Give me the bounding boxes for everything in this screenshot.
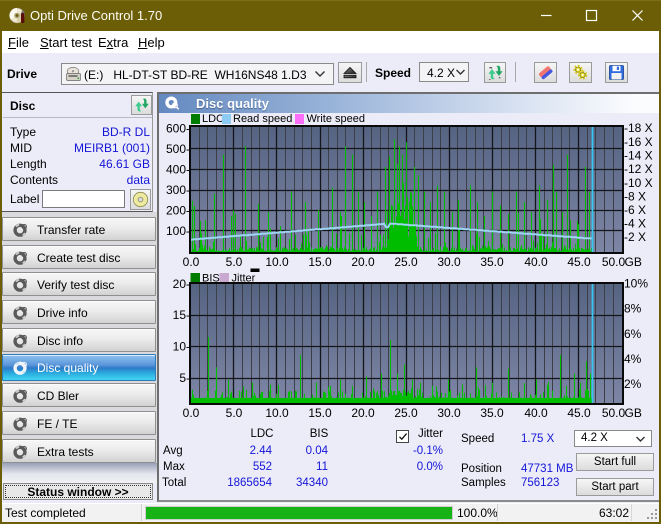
svg-text:GB: GB — [625, 406, 642, 420]
svg-text:300-: 300- — [166, 183, 190, 197]
svg-text:15-: 15- — [173, 308, 190, 322]
svg-text:30.0: 30.0 — [437, 255, 461, 269]
svg-text:-4 X: -4 X — [624, 217, 646, 231]
svg-text:100-: 100- — [166, 224, 190, 238]
svg-text:40.0: 40.0 — [524, 406, 548, 420]
svg-text:4%: 4% — [624, 352, 642, 366]
svg-text:50.0: 50.0 — [602, 255, 626, 269]
svg-text:2%: 2% — [624, 377, 642, 391]
svg-text:0.0: 0.0 — [183, 406, 200, 420]
svg-text:200-: 200- — [166, 204, 190, 218]
svg-text:45.0: 45.0 — [567, 406, 591, 420]
svg-text:20.0: 20.0 — [351, 406, 375, 420]
svg-text:5-: 5- — [179, 371, 190, 385]
svg-text:35.0: 35.0 — [480, 255, 504, 269]
svg-text:-14 X: -14 X — [624, 149, 653, 163]
svg-text:10-: 10- — [173, 340, 190, 354]
svg-text:-12 X: -12 X — [624, 162, 653, 176]
svg-text:-6 X: -6 X — [624, 203, 646, 217]
svg-text:45.0: 45.0 — [567, 255, 591, 269]
svg-text:15.0: 15.0 — [308, 406, 332, 420]
svg-text:0.0: 0.0 — [183, 255, 200, 269]
svg-text:30.0: 30.0 — [437, 406, 461, 420]
svg-text:20.0: 20.0 — [351, 255, 375, 269]
svg-text:5.0: 5.0 — [226, 406, 243, 420]
svg-text:10%: 10% — [624, 277, 648, 291]
svg-text:8%: 8% — [624, 302, 642, 316]
svg-text:10.0: 10.0 — [265, 406, 289, 420]
svg-text:GB: GB — [625, 255, 642, 269]
svg-text:-10 X: -10 X — [624, 176, 653, 190]
svg-text:25.0: 25.0 — [394, 406, 418, 420]
svg-text:35.0: 35.0 — [480, 406, 504, 420]
svg-text:-8 X: -8 X — [624, 190, 646, 204]
svg-text:20-: 20- — [173, 277, 190, 291]
svg-text:15.0: 15.0 — [308, 255, 332, 269]
svg-text:10.0: 10.0 — [265, 255, 289, 269]
svg-text:50.0: 50.0 — [602, 406, 626, 420]
svg-text:6%: 6% — [624, 327, 642, 341]
svg-text:-18 X: -18 X — [624, 121, 653, 135]
svg-text:25.0: 25.0 — [394, 255, 418, 269]
svg-text:-2 X: -2 X — [624, 230, 646, 244]
svg-text:40.0: 40.0 — [524, 255, 548, 269]
svg-text:-16 X: -16 X — [624, 135, 653, 149]
svg-text:600-: 600- — [166, 122, 190, 136]
svg-text:500-: 500- — [166, 142, 190, 156]
svg-text:400-: 400- — [166, 163, 190, 177]
svg-text:5.0: 5.0 — [226, 255, 243, 269]
